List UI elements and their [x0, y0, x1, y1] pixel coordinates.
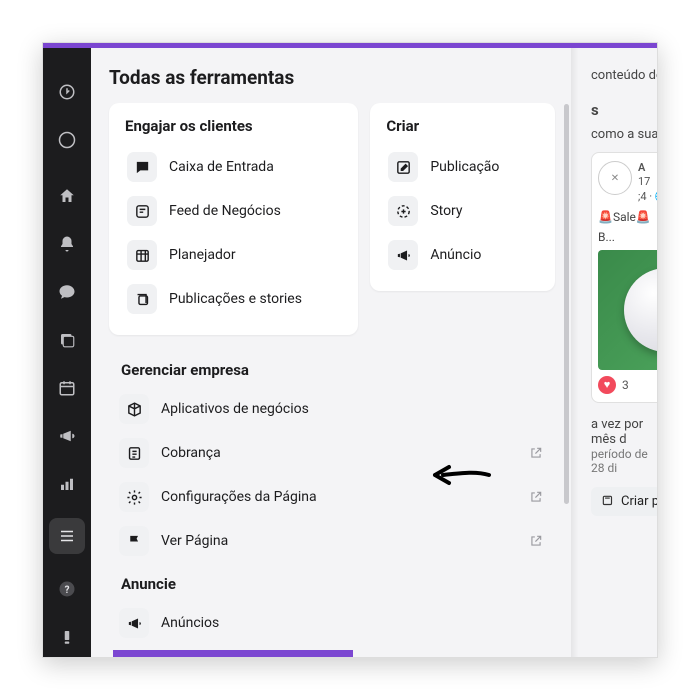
calendar-grid-icon: [127, 240, 157, 270]
create-title: Criar: [382, 117, 543, 135]
view-page-item[interactable]: Ver Página: [113, 519, 551, 563]
post-body-line: B...: [598, 230, 657, 244]
megaphone-nav-icon[interactable]: [53, 422, 81, 450]
create-ad-item[interactable]: Anúncio: [382, 233, 543, 277]
post-sale-line: 🚨Sale🚨: [598, 210, 657, 224]
heart-icon: ♥: [598, 376, 616, 394]
post-time-fragment-2: ;4 · 🌐: [638, 190, 657, 204]
ads-label: Anúncios: [161, 615, 545, 631]
alert-icon[interactable]: [53, 623, 81, 651]
advertise-section: Anuncie Anúncios Formulários instantâneo…: [109, 575, 555, 657]
inbox-label: Caixa de Entrada: [169, 159, 340, 175]
ornament-graphic: Ja: [624, 268, 657, 352]
create-post-button[interactable]: Criar public: [591, 487, 657, 516]
manage-title: Gerenciar empresa: [121, 361, 551, 379]
story-plus-icon: [388, 196, 418, 226]
chat-bubble-icon: [127, 152, 157, 182]
post-image[interactable]: Ja: [598, 250, 657, 370]
compose-icon: [388, 152, 418, 182]
panel-right-shadow: [571, 48, 579, 657]
posts-stories-item[interactable]: Publicações e stories: [121, 277, 346, 321]
post-reaction-bar[interactable]: ♥ 3: [598, 376, 657, 394]
bg-bottom-sub: período de 28 di: [591, 447, 657, 475]
all-tools-icon[interactable]: [49, 518, 85, 554]
help-icon[interactable]: ?: [53, 575, 81, 603]
clock-outline-icon[interactable]: [53, 78, 81, 106]
receipt-icon: [119, 438, 149, 468]
megaphone-icon: [388, 240, 418, 270]
create-post-item-label: Publicação: [430, 159, 537, 175]
scrollbar-thumb[interactable]: [564, 104, 569, 504]
manage-section: Gerenciar empresa Aplicativos de negócio…: [109, 361, 555, 563]
business-feed-label: Feed de Negócios: [169, 203, 340, 219]
external-link-icon: [529, 445, 545, 461]
business-apps-item[interactable]: Aplicativos de negócios: [113, 387, 551, 431]
create-post-item[interactable]: Publicação: [382, 145, 543, 189]
create-post-label: Criar public: [621, 494, 657, 509]
ads-item[interactable]: Anúncios: [113, 601, 551, 645]
business-apps-label: Aplicativos de negócios: [161, 401, 545, 417]
reaction-count: 3: [622, 378, 629, 392]
bg-heading-fragment: s: [591, 101, 657, 119]
stack-icon: [127, 284, 157, 314]
post-card[interactable]: ✕ A 17 ;4 · 🌐 🚨Sale🚨 B... Ja ♥ 3: [591, 152, 657, 403]
posts-icon[interactable]: [53, 326, 81, 354]
advertise-title: Anuncie: [121, 575, 551, 593]
megaphone-icon: [119, 608, 149, 638]
external-link-icon: [529, 533, 545, 549]
page-settings-item[interactable]: Configurações da Página: [113, 475, 551, 519]
home-icon[interactable]: [53, 182, 81, 210]
bell-icon[interactable]: [53, 230, 81, 258]
inbox-item[interactable]: Caixa de Entrada: [121, 145, 346, 189]
left-nav-rail: ?: [43, 48, 91, 657]
bg-bottom-line: a vez por mês d: [591, 417, 657, 447]
planner-label: Planejador: [169, 247, 340, 263]
news-feed-icon: [127, 196, 157, 226]
avatar[interactable]: ✕: [598, 161, 632, 195]
all-tools-panel: Todas as ferramentas Engajar os clientes…: [91, 48, 571, 657]
profile-circle-icon[interactable]: [53, 126, 81, 154]
engage-title: Engajar os clientes: [121, 117, 346, 135]
post-author-fragment: A: [638, 161, 657, 175]
bg-text-fragment: conteúdo de ne: [591, 68, 657, 83]
business-feed-item[interactable]: Feed de Negócios: [121, 189, 346, 233]
posts-stories-label: Publicações e stories: [169, 291, 340, 307]
calendar-icon[interactable]: [53, 374, 81, 402]
window-bottom-accent: [113, 650, 353, 657]
svg-text:?: ?: [65, 585, 70, 596]
gear-icon: [119, 482, 149, 512]
bg-text-fragment-2: como a sua es: [591, 127, 657, 142]
create-story-label: Story: [430, 203, 537, 219]
billing-label: Cobrança: [161, 445, 517, 461]
page-settings-label: Configurações da Página: [161, 489, 517, 505]
billing-item[interactable]: Cobrança: [113, 431, 551, 475]
create-card: Criar Publicação Story Anúncio: [370, 103, 555, 291]
background-feed: conteúdo de ne s como a sua es ✕ A 17 ;4…: [591, 68, 657, 647]
create-ad-label: Anúncio: [430, 247, 537, 263]
post-time-fragment: 17: [638, 175, 657, 189]
planner-item[interactable]: Planejador: [121, 233, 346, 277]
panel-title: Todas as ferramentas: [109, 66, 555, 89]
chat-icon[interactable]: [53, 278, 81, 306]
cube-icon: [119, 394, 149, 424]
external-link-icon: [529, 489, 545, 505]
view-page-label: Ver Página: [161, 533, 517, 549]
engage-card: Engajar os clientes Caixa de Entrada Fee…: [109, 103, 358, 335]
create-story-item[interactable]: Story: [382, 189, 543, 233]
flag-icon: [119, 526, 149, 556]
insights-icon[interactable]: [53, 470, 81, 498]
